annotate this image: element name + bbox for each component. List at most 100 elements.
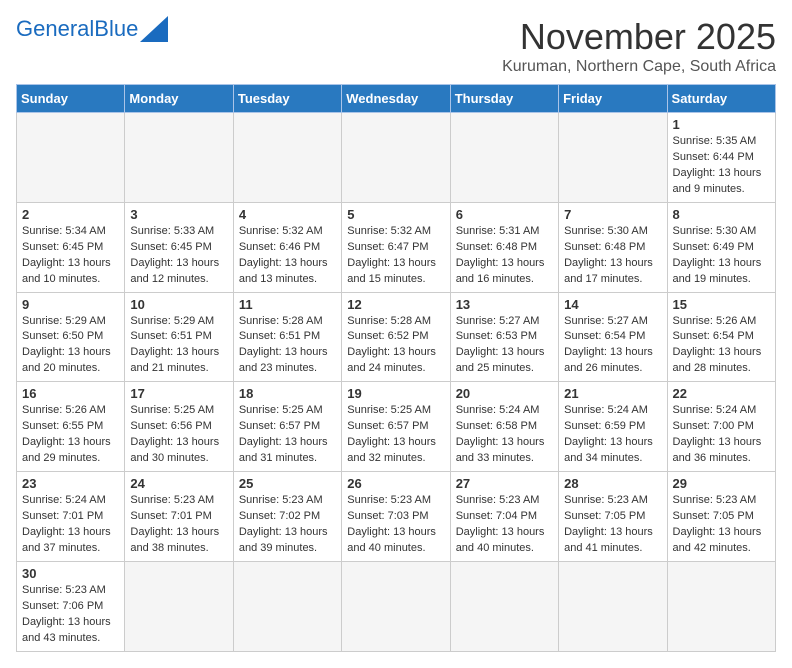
day-number: 10 — [130, 297, 227, 312]
day-number: 22 — [673, 386, 770, 401]
location: Kuruman, Northern Cape, South Africa — [502, 58, 776, 76]
day-number: 29 — [673, 476, 770, 491]
day-info: Sunrise: 5:35 AM Sunset: 6:44 PM Dayligh… — [673, 134, 770, 198]
day-number: 26 — [347, 476, 444, 491]
calendar-cell — [233, 561, 341, 651]
calendar-cell — [342, 561, 450, 651]
day-number: 28 — [564, 476, 661, 491]
calendar-cell: 2 Sunrise: 5:34 AM Sunset: 6:45 PM Daylig… — [17, 202, 125, 292]
day-info: Sunrise: 5:23 AM Sunset: 7:02 PM Dayligh… — [239, 493, 336, 557]
title-area: November 2025 Kuruman, Northern Cape, So… — [502, 16, 776, 76]
calendar-cell — [559, 561, 667, 651]
day-info: Sunrise: 5:24 AM Sunset: 6:58 PM Dayligh… — [456, 403, 553, 467]
col-header-friday: Friday — [559, 85, 667, 113]
calendar-cell — [233, 113, 341, 203]
day-info: Sunrise: 5:25 AM Sunset: 6:57 PM Dayligh… — [347, 403, 444, 467]
day-info: Sunrise: 5:24 AM Sunset: 6:59 PM Dayligh… — [564, 403, 661, 467]
calendar-cell: 24Sunrise: 5:23 AM Sunset: 7:01 PM Dayli… — [125, 472, 233, 562]
day-info: Sunrise: 5:30 AM Sunset: 6:48 PM Dayligh… — [564, 224, 661, 288]
calendar-week-row: 9 Sunrise: 5:29 AM Sunset: 6:50 PM Daylig… — [17, 292, 776, 382]
day-info: Sunrise: 5:27 AM Sunset: 6:54 PM Dayligh… — [564, 314, 661, 378]
calendar-cell: 9 Sunrise: 5:29 AM Sunset: 6:50 PM Daylig… — [17, 292, 125, 382]
day-number: 18 — [239, 386, 336, 401]
day-info: Sunrise: 5:32 AM Sunset: 6:47 PM Dayligh… — [347, 224, 444, 288]
calendar-cell — [342, 113, 450, 203]
calendar-cell — [667, 561, 775, 651]
calendar-cell: 6 Sunrise: 5:31 AM Sunset: 6:48 PM Daylig… — [450, 202, 558, 292]
calendar-cell: 16Sunrise: 5:26 AM Sunset: 6:55 PM Dayli… — [17, 382, 125, 472]
col-header-sunday: Sunday — [17, 85, 125, 113]
day-info: Sunrise: 5:23 AM Sunset: 7:01 PM Dayligh… — [130, 493, 227, 557]
calendar-cell: 26 Sunrise: 5:23 AM Sunset: 7:03 PM Dayli… — [342, 472, 450, 562]
calendar-cell: 23Sunrise: 5:24 AM Sunset: 7:01 PM Dayli… — [17, 472, 125, 562]
day-info: Sunrise: 5:31 AM Sunset: 6:48 PM Dayligh… — [456, 224, 553, 288]
calendar-cell: 3Sunrise: 5:33 AM Sunset: 6:45 PM Daylig… — [125, 202, 233, 292]
calendar-cell — [450, 113, 558, 203]
day-info: Sunrise: 5:23 AM Sunset: 7:03 PM Dayligh… — [347, 493, 444, 557]
page-header: GeneralBlue November 2025 Kuruman, North… — [16, 16, 776, 76]
day-info: Sunrise: 5:23 AM Sunset: 7:06 PM Dayligh… — [22, 583, 119, 647]
calendar-cell: 29 Sunrise: 5:23 AM Sunset: 7:05 PM Dayli… — [667, 472, 775, 562]
day-number: 21 — [564, 386, 661, 401]
calendar-cell: 5 Sunrise: 5:32 AM Sunset: 6:47 PM Daylig… — [342, 202, 450, 292]
calendar-cell — [125, 113, 233, 203]
day-number: 25 — [239, 476, 336, 491]
day-number: 6 — [456, 207, 553, 222]
calendar-cell: 27Sunrise: 5:23 AM Sunset: 7:04 PM Dayli… — [450, 472, 558, 562]
logo-triangle-icon — [140, 16, 168, 42]
calendar-cell — [450, 561, 558, 651]
calendar-cell: 20Sunrise: 5:24 AM Sunset: 6:58 PM Dayli… — [450, 382, 558, 472]
day-info: Sunrise: 5:32 AM Sunset: 6:46 PM Dayligh… — [239, 224, 336, 288]
col-header-saturday: Saturday — [667, 85, 775, 113]
day-number: 7 — [564, 207, 661, 222]
day-number: 11 — [239, 297, 336, 312]
calendar-cell: 11 Sunrise: 5:28 AM Sunset: 6:51 PM Dayli… — [233, 292, 341, 382]
calendar-cell: 8 Sunrise: 5:30 AM Sunset: 6:49 PM Daylig… — [667, 202, 775, 292]
logo: GeneralBlue — [16, 16, 168, 42]
calendar-week-row: 1 Sunrise: 5:35 AM Sunset: 6:44 PM Daylig… — [17, 113, 776, 203]
logo-blue: Blue — [94, 16, 138, 41]
day-info: Sunrise: 5:24 AM Sunset: 7:01 PM Dayligh… — [22, 493, 119, 557]
day-info: Sunrise: 5:26 AM Sunset: 6:54 PM Dayligh… — [673, 314, 770, 378]
calendar-week-row: 2 Sunrise: 5:34 AM Sunset: 6:45 PM Daylig… — [17, 202, 776, 292]
calendar-cell: 19Sunrise: 5:25 AM Sunset: 6:57 PM Dayli… — [342, 382, 450, 472]
calendar-cell — [125, 561, 233, 651]
calendar-cell: 1 Sunrise: 5:35 AM Sunset: 6:44 PM Daylig… — [667, 113, 775, 203]
day-number: 3 — [130, 207, 227, 222]
day-number: 5 — [347, 207, 444, 222]
day-info: Sunrise: 5:34 AM Sunset: 6:45 PM Dayligh… — [22, 224, 119, 288]
day-info: Sunrise: 5:28 AM Sunset: 6:51 PM Dayligh… — [239, 314, 336, 378]
day-info: Sunrise: 5:23 AM Sunset: 7:04 PM Dayligh… — [456, 493, 553, 557]
day-number: 4 — [239, 207, 336, 222]
day-number: 13 — [456, 297, 553, 312]
calendar-cell: 18 Sunrise: 5:25 AM Sunset: 6:57 PM Dayli… — [233, 382, 341, 472]
day-info: Sunrise: 5:24 AM Sunset: 7:00 PM Dayligh… — [673, 403, 770, 467]
day-info: Sunrise: 5:27 AM Sunset: 6:53 PM Dayligh… — [456, 314, 553, 378]
day-info: Sunrise: 5:30 AM Sunset: 6:49 PM Dayligh… — [673, 224, 770, 288]
day-info: Sunrise: 5:26 AM Sunset: 6:55 PM Dayligh… — [22, 403, 119, 467]
calendar-cell: 25 Sunrise: 5:23 AM Sunset: 7:02 PM Dayli… — [233, 472, 341, 562]
calendar-cell: 17Sunrise: 5:25 AM Sunset: 6:56 PM Dayli… — [125, 382, 233, 472]
day-info: Sunrise: 5:23 AM Sunset: 7:05 PM Dayligh… — [673, 493, 770, 557]
day-info: Sunrise: 5:25 AM Sunset: 6:57 PM Dayligh… — [239, 403, 336, 467]
calendar-cell: 30Sunrise: 5:23 AM Sunset: 7:06 PM Dayli… — [17, 561, 125, 651]
day-number: 9 — [22, 297, 119, 312]
calendar-week-row: 30Sunrise: 5:23 AM Sunset: 7:06 PM Dayli… — [17, 561, 776, 651]
day-number: 14 — [564, 297, 661, 312]
month-title: November 2025 — [502, 16, 776, 58]
logo-general: General — [16, 16, 94, 41]
day-info: Sunrise: 5:29 AM Sunset: 6:50 PM Dayligh… — [22, 314, 119, 378]
col-header-thursday: Thursday — [450, 85, 558, 113]
col-header-tuesday: Tuesday — [233, 85, 341, 113]
calendar-cell: 13 Sunrise: 5:27 AM Sunset: 6:53 PM Dayli… — [450, 292, 558, 382]
calendar-cell — [17, 113, 125, 203]
day-number: 1 — [673, 117, 770, 132]
day-number: 15 — [673, 297, 770, 312]
calendar-cell: 28 Sunrise: 5:23 AM Sunset: 7:05 PM Dayli… — [559, 472, 667, 562]
calendar-week-row: 23Sunrise: 5:24 AM Sunset: 7:01 PM Dayli… — [17, 472, 776, 562]
day-number: 8 — [673, 207, 770, 222]
day-number: 2 — [22, 207, 119, 222]
calendar-cell: 21 Sunrise: 5:24 AM Sunset: 6:59 PM Dayli… — [559, 382, 667, 472]
day-info: Sunrise: 5:23 AM Sunset: 7:05 PM Dayligh… — [564, 493, 661, 557]
calendar-cell: 7 Sunrise: 5:30 AM Sunset: 6:48 PM Daylig… — [559, 202, 667, 292]
